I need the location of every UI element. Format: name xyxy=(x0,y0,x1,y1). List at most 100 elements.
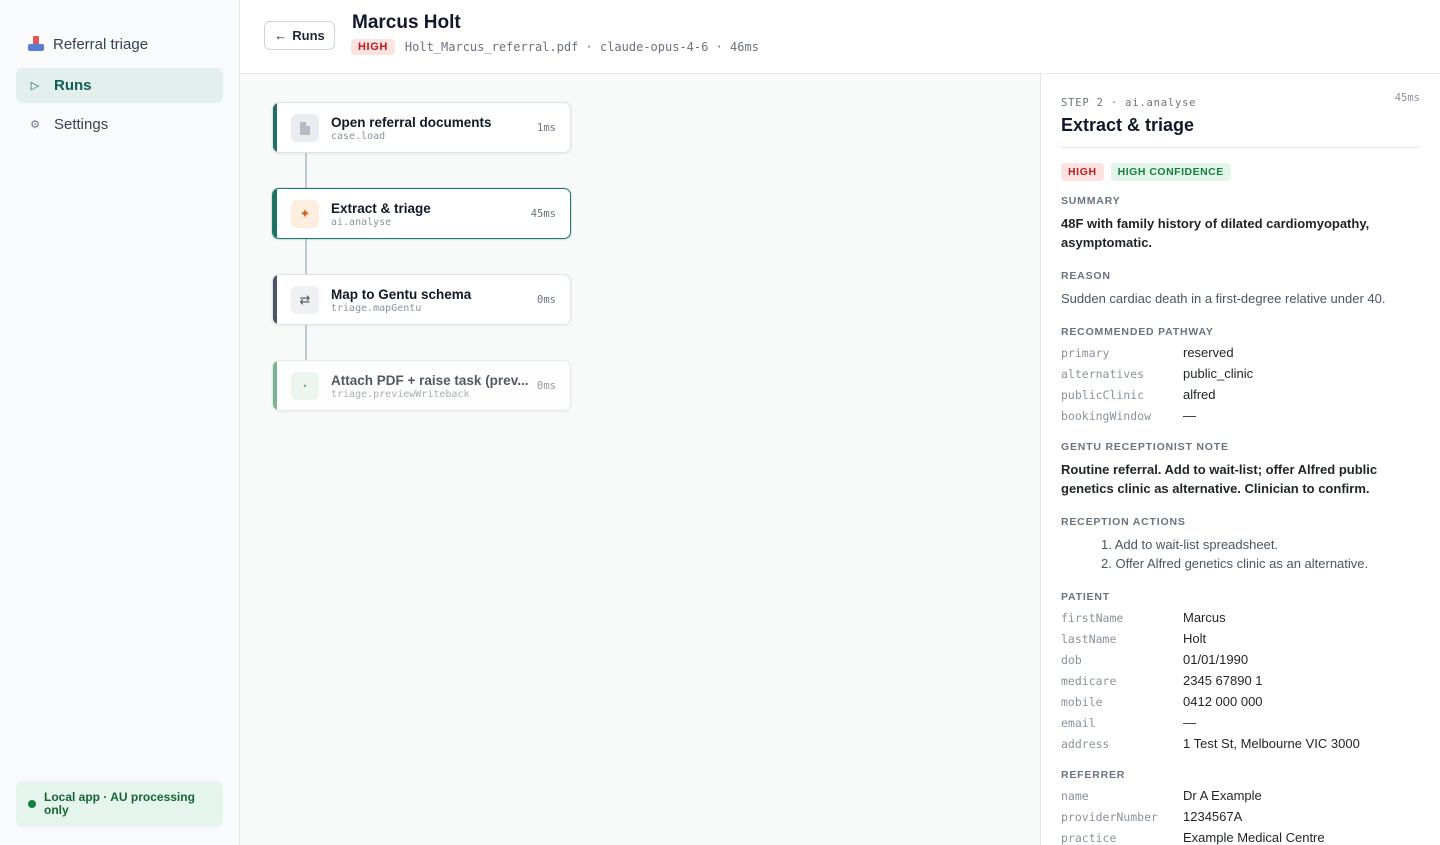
step-label: STEP 2 · ai.analyse xyxy=(1061,97,1197,109)
inbox-tray-icon xyxy=(28,36,44,52)
run-meta: HIGH Holt_Marcus_referral.pdf · claude-o… xyxy=(351,39,759,55)
sparkle-icon: ✦ xyxy=(291,200,319,228)
step-duration: 45ms xyxy=(530,208,556,220)
step-duration: 1ms xyxy=(537,122,556,134)
sidebar-item-settings[interactable]: ⚙ Settings xyxy=(16,107,223,142)
patient-label: PATIENT xyxy=(1061,591,1110,603)
step-duration: 0ms xyxy=(537,380,556,392)
status-dot-icon xyxy=(28,800,36,808)
step-subtitle: ai.analyse xyxy=(331,217,392,228)
pathway-row: primary reserved xyxy=(1061,345,1421,360)
step-card-open-documents[interactable]: Open referral documents case.load 1ms xyxy=(272,102,571,153)
detail-badges: HIGH HIGH CONFIDENCE xyxy=(1061,163,1231,181)
field-value: — xyxy=(1183,408,1196,423)
patient-row: dob 01/01/1990 xyxy=(1061,652,1421,667)
back-to-runs-button[interactable]: ← Runs xyxy=(264,21,335,50)
pathway-row: alternatives public_clinic xyxy=(1061,366,1421,381)
step-subtitle: case.load xyxy=(331,131,386,142)
play-icon: ▷ xyxy=(30,80,40,92)
step-detail-panel: STEP 2 · ai.analyse 45ms Extract & triag… xyxy=(1040,74,1440,845)
actions-list: 1. Add to wait-list spreadsheet. 2. Offe… xyxy=(1101,535,1368,573)
gear-icon: ⚙ xyxy=(30,119,40,131)
patient-row: medicare 2345 67890 1 xyxy=(1061,673,1421,688)
divider xyxy=(1061,147,1420,148)
step-card-map-gentu[interactable]: ⇄ Map to Gentu schema triage.mapGentu 0m… xyxy=(272,274,571,325)
field-value: Holt xyxy=(1183,631,1207,646)
document-icon xyxy=(291,114,319,142)
patient-row: mobile 0412 000 000 xyxy=(1061,694,1421,709)
brand-name: Referral triage xyxy=(53,35,149,53)
field-value: 01/01/1990 xyxy=(1183,652,1249,667)
field-key: bookingWindow xyxy=(1061,409,1152,423)
field-value: — xyxy=(1183,715,1196,730)
pathway-row: publicClinic alfred xyxy=(1061,387,1421,402)
field-value: Dr A Example xyxy=(1183,788,1262,803)
pathway-label: RECOMMENDED PATHWAY xyxy=(1061,326,1214,338)
page-title: Marcus Holt xyxy=(352,12,461,33)
field-value: reserved xyxy=(1183,345,1234,360)
sidebar-item-runs[interactable]: ▷ Runs xyxy=(16,68,223,103)
field-key: primary xyxy=(1061,346,1110,360)
field-key: mobile xyxy=(1061,695,1103,709)
field-key: practice xyxy=(1061,831,1117,845)
back-button-label: Runs xyxy=(292,28,325,43)
pipeline-canvas: Open referral documents case.load 1ms ✦ … xyxy=(240,74,1040,845)
note-label: GENTU RECEPTIONIST NOTE xyxy=(1061,441,1229,453)
step-subtitle: triage.previewWriteback xyxy=(331,389,470,400)
actions-label: RECEPTION ACTIONS xyxy=(1061,516,1186,528)
patient-row: lastName Holt xyxy=(1061,631,1421,646)
action-item: 1. Add to wait-list spreadsheet. xyxy=(1101,537,1279,552)
field-value: public_clinic xyxy=(1183,366,1254,381)
patient-row: address 1 Test St, Melbourne VIC 3000 xyxy=(1061,736,1421,751)
field-value: 0412 000 000 xyxy=(1183,694,1263,709)
priority-badge: HIGH xyxy=(1061,163,1104,181)
field-key: email xyxy=(1061,716,1096,730)
field-value: alfred xyxy=(1183,387,1216,402)
step-title: Attach PDF + raise task (prev... xyxy=(331,373,529,388)
processing-status: Local app · AU processing only xyxy=(16,781,223,827)
step-card-attach-pdf[interactable]: • Attach PDF + raise task (prev... triag… xyxy=(272,360,571,411)
page-header: ← Runs Marcus Holt HIGH Holt_Marcus_refe… xyxy=(240,0,1440,74)
sidebar-item-label: Settings xyxy=(54,116,109,133)
referrer-row: name Dr A Example xyxy=(1061,788,1421,803)
field-value: 2345 67890 1 xyxy=(1183,673,1263,688)
field-key: publicClinic xyxy=(1061,388,1145,402)
field-key: alternatives xyxy=(1061,367,1145,381)
step-title: Open referral documents xyxy=(331,115,492,130)
run-meta-text: Holt_Marcus_referral.pdf · claude-opus-4… xyxy=(404,40,759,54)
referrer-row: practice Example Medical Centre xyxy=(1061,830,1421,845)
sidebar-item-label: Runs xyxy=(54,77,92,94)
step-duration: 0ms xyxy=(537,294,556,306)
step-connector xyxy=(305,325,307,360)
action-item: 2. Offer Alfred genetics clinic as an al… xyxy=(1101,556,1369,571)
step-subtitle: triage.mapGentu xyxy=(331,303,422,314)
confidence-badge: HIGH CONFIDENCE xyxy=(1110,163,1231,181)
priority-badge: HIGH xyxy=(351,39,395,55)
pathway-row: bookingWindow — xyxy=(1061,408,1421,423)
brand[interactable]: Referral triage xyxy=(28,33,148,55)
step-connector xyxy=(305,153,307,188)
reason-text: Sudden cardiac death in a first-degree r… xyxy=(1061,291,1386,306)
reason-label: REASON xyxy=(1061,270,1111,282)
field-value: Marcus xyxy=(1183,610,1226,625)
step-title: Map to Gentu schema xyxy=(331,287,472,302)
field-value: Example Medical Centre xyxy=(1183,830,1325,845)
dot-icon: • xyxy=(291,372,319,400)
referrer-label: REFERRER xyxy=(1061,769,1126,781)
field-key: firstName xyxy=(1061,611,1124,625)
summary-text: 48F with family history of dilated cardi… xyxy=(1061,216,1370,250)
field-key: address xyxy=(1061,737,1110,751)
detail-title: Extract & triage xyxy=(1061,115,1195,135)
field-key: dob xyxy=(1061,653,1082,667)
receptionist-note: Routine referral. Add to wait-list; offe… xyxy=(1061,462,1378,496)
field-key: lastName xyxy=(1061,632,1117,646)
field-value: 1234567A xyxy=(1183,809,1243,824)
arrow-left-icon: ← xyxy=(274,28,288,43)
summary-label: SUMMARY xyxy=(1061,195,1121,207)
step-title: Extract & triage xyxy=(331,201,431,216)
step-card-extract-triage[interactable]: ✦ Extract & triage ai.analyse 45ms xyxy=(272,188,571,239)
field-key: providerNumber xyxy=(1061,810,1158,824)
step-connector xyxy=(305,239,307,274)
patient-row: firstName Marcus xyxy=(1061,610,1421,625)
sidebar: Referral triage ▷ Runs ⚙ Settings Local … xyxy=(0,0,240,845)
